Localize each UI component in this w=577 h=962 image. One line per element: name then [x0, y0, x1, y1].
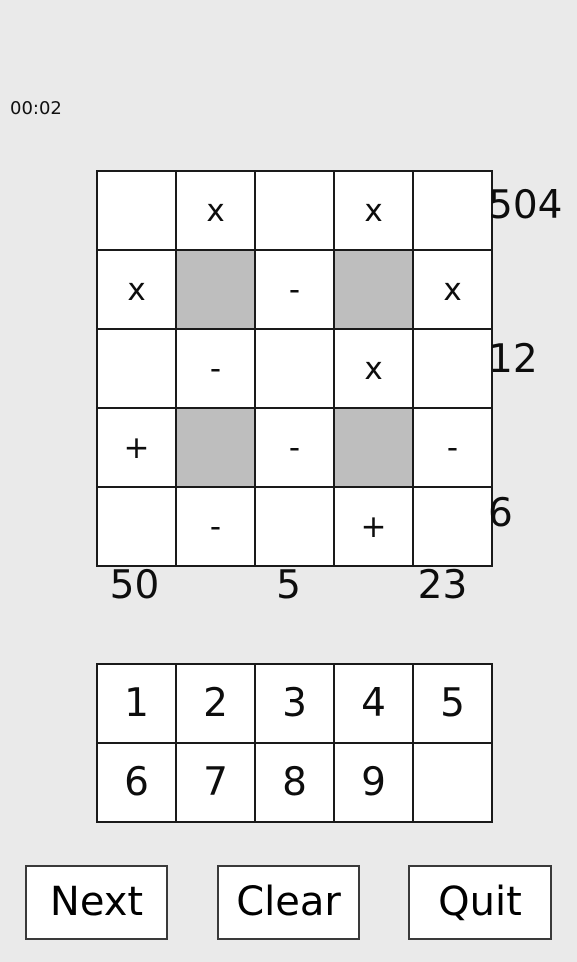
puzzle-cell-r3c5[interactable] — [412, 328, 493, 409]
puzzle-cell-r1c4[interactable]: x — [333, 170, 414, 251]
numpad-key-blank[interactable] — [412, 742, 493, 823]
numpad-key-5[interactable]: 5 — [412, 663, 493, 744]
numpad-key-1[interactable]: 1 — [96, 663, 177, 744]
puzzle-cell-r4c3[interactable]: - — [254, 407, 335, 488]
row-total-1: 504 — [488, 183, 563, 228]
col-total-1: 50 — [109, 563, 160, 608]
numpad-key-8[interactable]: 8 — [254, 742, 335, 823]
puzzle-row: + - - — [96, 407, 493, 488]
puzzle-cell-r3c3[interactable] — [254, 328, 335, 409]
puzzle-cell-r5c5[interactable] — [412, 486, 493, 567]
puzzle-grid: x x x - x - x + - - - + — [96, 170, 493, 567]
puzzle-cell-r4c4 — [333, 407, 414, 488]
number-pad: 1 2 3 4 5 6 7 8 9 — [96, 663, 493, 823]
row-total-5: 6 — [488, 491, 513, 536]
puzzle-row: x - x — [96, 249, 493, 330]
puzzle-row: - x — [96, 328, 493, 409]
puzzle-cell-r2c1[interactable]: x — [96, 249, 177, 330]
puzzle-cell-r1c3[interactable] — [254, 170, 335, 251]
puzzle-cell-r5c4[interactable]: + — [333, 486, 414, 567]
puzzle-cell-r1c2[interactable]: x — [175, 170, 256, 251]
numpad-key-9[interactable]: 9 — [333, 742, 414, 823]
number-pad-container: 1 2 3 4 5 6 7 8 9 — [96, 663, 493, 823]
clear-button[interactable]: Clear — [217, 865, 360, 940]
puzzle-cell-r2c3[interactable]: - — [254, 249, 335, 330]
row-total-3: 12 — [488, 337, 538, 382]
puzzle-cell-r5c1[interactable] — [96, 486, 177, 567]
numpad-key-2[interactable]: 2 — [175, 663, 256, 744]
numpad-key-7[interactable]: 7 — [175, 742, 256, 823]
puzzle-cell-r3c1[interactable] — [96, 328, 177, 409]
puzzle-row: x x — [96, 170, 493, 251]
puzzle-cell-r5c3[interactable] — [254, 486, 335, 567]
numpad-row: 6 7 8 9 — [96, 742, 493, 823]
puzzle-cell-r4c1[interactable]: + — [96, 407, 177, 488]
puzzle-cell-r2c4 — [333, 249, 414, 330]
puzzle-cell-r2c2 — [175, 249, 256, 330]
quit-button[interactable]: Quit — [408, 865, 552, 940]
puzzle-cell-r4c5[interactable]: - — [412, 407, 493, 488]
puzzle-row: - + — [96, 486, 493, 567]
puzzle-cell-r1c1[interactable] — [96, 170, 177, 251]
puzzle-cell-r5c2[interactable]: - — [175, 486, 256, 567]
numpad-key-6[interactable]: 6 — [96, 742, 177, 823]
puzzle-grid-container: x x x - x - x + - - - + — [96, 170, 493, 567]
puzzle-cell-r1c5[interactable] — [412, 170, 493, 251]
col-total-3: 5 — [276, 563, 301, 608]
puzzle-cell-r4c2 — [175, 407, 256, 488]
puzzle-cell-r3c4[interactable]: x — [333, 328, 414, 409]
numpad-key-3[interactable]: 3 — [254, 663, 335, 744]
col-total-5: 23 — [417, 563, 468, 608]
next-button[interactable]: Next — [25, 865, 168, 940]
timer-label: 00:02 — [10, 98, 62, 119]
puzzle-cell-r2c5[interactable]: x — [412, 249, 493, 330]
numpad-row: 1 2 3 4 5 — [96, 663, 493, 744]
numpad-key-4[interactable]: 4 — [333, 663, 414, 744]
puzzle-cell-r3c2[interactable]: - — [175, 328, 256, 409]
